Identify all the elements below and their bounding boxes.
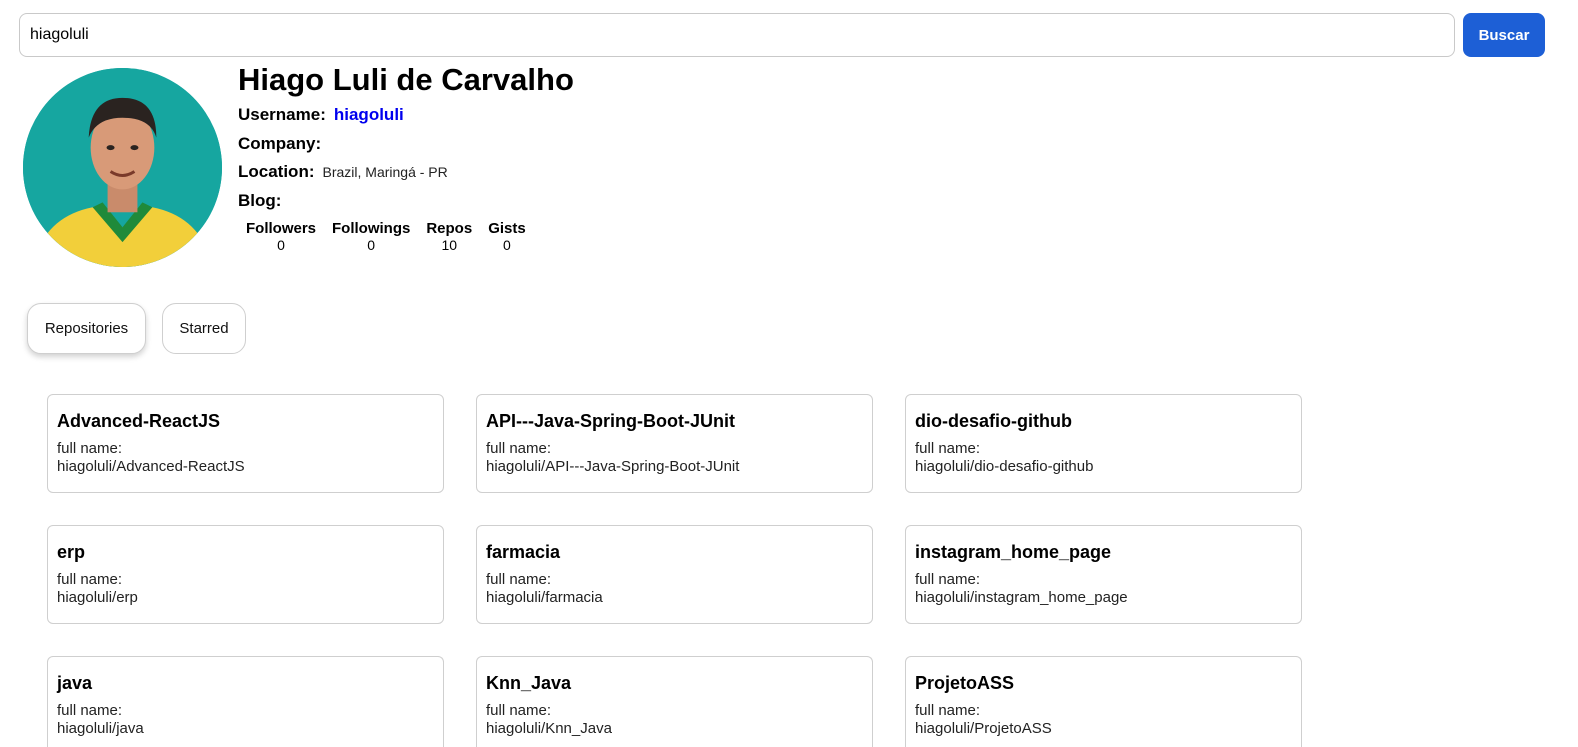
company-label: Company: <box>238 134 322 153</box>
repo-card[interactable]: Knn_Java full name: hiagoluli/Knn_Java <box>476 656 873 747</box>
tab-starred[interactable]: Starred <box>162 303 246 354</box>
repo-name: Knn_Java <box>486 673 572 693</box>
repo-full-name-label: full name: <box>915 571 981 588</box>
repo-name: erp <box>57 542 86 562</box>
avatar-image <box>23 68 222 267</box>
stat-value: 0 <box>277 237 285 253</box>
repo-full-name-label: full name: <box>57 440 123 457</box>
repo-card[interactable]: java full name: hiagoluli/java <box>47 656 444 747</box>
repo-name: java <box>57 673 93 693</box>
repo-card[interactable]: dio-desafio-github full name: hiagoluli/… <box>905 394 1302 493</box>
avatar <box>23 68 222 267</box>
repo-card[interactable]: instagram_home_page full name: hiagoluli… <box>905 525 1302 624</box>
blog-row: Blog: <box>238 191 289 211</box>
repo-card[interactable]: ProjetoASS full name: hiagoluli/ProjetoA… <box>905 656 1302 747</box>
repo-full-name: hiagoluli/instagram_home_page <box>915 589 1128 606</box>
stat-value: 10 <box>441 237 458 253</box>
stat-label: Repos <box>426 220 473 237</box>
profile-name: Hiago Luli de Carvalho <box>238 62 574 97</box>
username-label: Username: <box>238 105 326 124</box>
repo-full-name-label: full name: <box>486 702 552 719</box>
repo-full-name: hiagoluli/Knn_Java <box>486 720 612 737</box>
stat-label: Gists <box>488 220 526 237</box>
search-button[interactable]: Buscar <box>1463 13 1545 57</box>
stat-gists: Gists 0 <box>480 220 534 253</box>
stat-label: Followings <box>332 220 411 237</box>
company-row: Company: <box>238 134 329 154</box>
repo-full-name: hiagoluli/dio-desafio-github <box>915 458 1094 475</box>
stat-value: 0 <box>503 237 511 253</box>
repo-full-name-label: full name: <box>486 440 552 457</box>
repo-name: ProjetoASS <box>915 673 1015 693</box>
location-label: Location: <box>238 162 315 181</box>
repo-full-name: hiagoluli/Advanced-ReactJS <box>57 458 245 475</box>
repo-card[interactable]: API---Java-Spring-Boot-JUnit full name: … <box>476 394 873 493</box>
tab-repositories[interactable]: Repositories <box>27 303 146 354</box>
repo-full-name: hiagoluli/API---Java-Spring-Boot-JUnit <box>486 458 740 475</box>
repo-full-name-label: full name: <box>486 571 552 588</box>
repo-full-name-label: full name: <box>915 702 981 719</box>
repo-card[interactable]: farmacia full name: hiagoluli/farmacia <box>476 525 873 624</box>
stat-label: Followers <box>246 220 317 237</box>
blog-label: Blog: <box>238 191 282 210</box>
repo-full-name: hiagoluli/java <box>57 720 144 737</box>
repo-name: Advanced-ReactJS <box>57 411 221 431</box>
repo-name: farmacia <box>486 542 561 562</box>
repo-full-name: hiagoluli/farmacia <box>486 589 603 606</box>
username-link[interactable]: hiagoluli <box>334 105 404 125</box>
repo-full-name: hiagoluli/erp <box>57 589 138 606</box>
stat-followings: Followings 0 <box>324 220 418 253</box>
repo-name: instagram_home_page <box>915 542 1112 562</box>
repo-card[interactable]: Advanced-ReactJS full name: hiagoluli/Ad… <box>47 394 444 493</box>
repo-full-name-label: full name: <box>57 702 123 719</box>
repo-card[interactable]: erp full name: hiagoluli/erp <box>47 525 444 624</box>
username-row: Username: hiagoluli <box>238 105 404 125</box>
repo-full-name-label: full name: <box>57 571 123 588</box>
stat-followers: Followers 0 <box>238 220 324 253</box>
profile-stats: Followers 0 Followings 0 Repos 10 Gists … <box>238 220 534 253</box>
repo-name: API---Java-Spring-Boot-JUnit <box>486 411 735 431</box>
location-value: Brazil, Maringá - PR <box>322 164 448 180</box>
repo-name: dio-desafio-github <box>915 411 1072 431</box>
stat-value: 0 <box>367 237 376 253</box>
repo-full-name: hiagoluli/ProjetoASS <box>915 720 1052 737</box>
stat-repos: Repos 10 <box>418 220 480 253</box>
search-input[interactable] <box>19 13 1455 57</box>
repo-full-name-label: full name: <box>915 440 981 457</box>
location-row: Location: Brazil, Maringá - PR <box>238 162 448 182</box>
